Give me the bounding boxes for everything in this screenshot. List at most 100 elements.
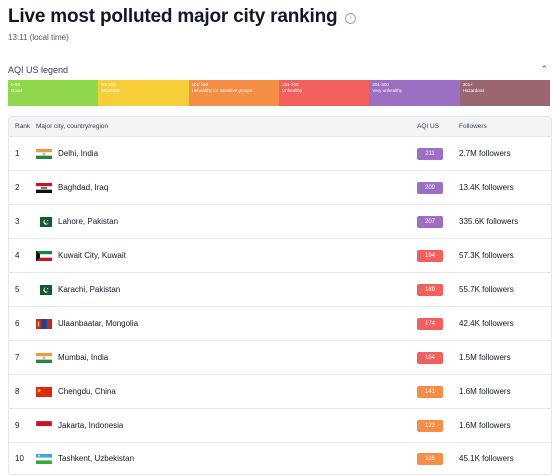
aqi-badge: 122 <box>417 419 443 432</box>
city-cell: Lahore, Pakistan <box>36 216 417 227</box>
title-row: Live most polluted major city ranking i <box>8 6 357 28</box>
city-cell: Jakarta, Indonesia <box>36 420 417 431</box>
local-time: 13:11 (local time) <box>8 33 69 42</box>
india-flag-icon <box>36 148 52 159</box>
indonesia-flag-icon <box>36 420 52 431</box>
rank-cell: 3 <box>15 217 20 226</box>
aqi-badge: 174 <box>417 317 443 330</box>
kuwait-flag-icon <box>36 250 52 261</box>
rank-cell: 6 <box>15 319 20 328</box>
city-cell: Mumbai, India <box>36 352 417 363</box>
rank-cell: 10 <box>15 454 24 463</box>
legend-segment: 101-150 Unhealthy for sensitive groups <box>188 80 279 106</box>
rank-cell: 9 <box>15 421 20 430</box>
aqi-cell: 116 <box>417 452 459 465</box>
header-city: Major city, country/region <box>36 123 109 130</box>
city-name[interactable]: Kuwait City, Kuwait <box>58 251 126 260</box>
rank-cell: 7 <box>15 353 20 362</box>
india-flag-icon <box>36 352 52 363</box>
table-row[interactable]: 2 Baghdad, Iraq 209 13.4K followers <box>9 170 551 204</box>
aqi-badge: 211 <box>417 147 443 160</box>
city-cell: Kuwait City, Kuwait <box>36 250 417 261</box>
table-row[interactable]: 5 Karachi, Pakistan 189 55.7K followers <box>9 272 551 306</box>
aqi-cell: 211 <box>417 147 459 160</box>
followers-cell: 1.6M followers <box>459 421 511 430</box>
mongolia-flag-icon <box>36 318 52 329</box>
aqi-badge: 116 <box>417 452 443 465</box>
uzbekistan-flag-icon <box>36 453 52 464</box>
legend-segment: 201-300 Very unhealthy <box>369 80 460 106</box>
aqi-cell: 209 <box>417 181 459 194</box>
aqi-cell: 194 <box>417 249 459 262</box>
aqi-badge: 209 <box>417 181 443 194</box>
rank-cell: 4 <box>15 251 20 260</box>
followers-cell: 57.3K followers <box>459 251 514 260</box>
city-cell: Karachi, Pakistan <box>36 284 417 295</box>
chevron-up-icon[interactable]: ⌃ <box>540 64 548 75</box>
followers-cell: 45.1K followers <box>459 454 514 463</box>
aqi-legend-bar: 0-50 Good 51-100 Moderate 101-150 Unhealthy f… <box>8 80 550 106</box>
table-row[interactable]: 7 Mumbai, India 164 1.5M followers <box>9 340 551 374</box>
table-row[interactable]: 6 Ulaanbaatar, Mongolia 174 42.4K followers <box>9 306 551 340</box>
city-name[interactable]: Baghdad, Iraq <box>58 183 108 192</box>
table-row[interactable]: 10 Tashkent, Uzbekistan 116 45.1K followers <box>9 442 551 474</box>
city-name[interactable]: Mumbai, India <box>58 353 108 362</box>
table-row[interactable]: 3 Lahore, Pakistan 207 335.6K followers <box>9 204 551 238</box>
pakistan-flag-icon <box>36 284 52 295</box>
followers-cell: 55.7K followers <box>459 285 514 294</box>
city-name[interactable]: Jakarta, Indonesia <box>58 421 123 430</box>
aqi-cell: 189 <box>417 283 459 296</box>
followers-cell: 1.5M followers <box>459 353 511 362</box>
aqi-badge: 164 <box>417 351 443 364</box>
rank-cell: 8 <box>15 387 20 396</box>
aqi-badge: 207 <box>417 215 443 228</box>
ranking-page: Live most polluted major city ranking i … <box>0 0 560 476</box>
ranking-table: Rank Major city, country/region AQI US F… <box>8 116 552 475</box>
legend-label: Good <box>11 88 23 93</box>
table-row[interactable]: 9 Jakarta, Indonesia 122 1.6M followers <box>9 408 551 442</box>
followers-cell: 42.4K followers <box>459 319 514 328</box>
info-icon[interactable]: i <box>345 13 357 24</box>
iraq-flag-icon <box>36 182 52 193</box>
legend-segment: 301+ Hazardous <box>459 80 550 106</box>
city-name[interactable]: Tashkent, Uzbekistan <box>58 454 134 463</box>
legend-header[interactable]: AQI US legend ⌃ <box>8 64 548 75</box>
rank-cell: 2 <box>15 183 20 192</box>
table-row[interactable]: 1 Delhi, India 211 2.7M followers <box>9 136 551 170</box>
aqi-cell: 141 <box>417 385 459 398</box>
table-row[interactable]: 4 Kuwait City, Kuwait 194 57.3K followers <box>9 238 551 272</box>
table-row[interactable]: 8 Chengdu, China 141 1.6M followers <box>9 374 551 408</box>
header-aqi: AQI US <box>417 123 440 130</box>
city-name[interactable]: Chengdu, China <box>58 387 116 396</box>
header-followers: Followers <box>459 123 487 130</box>
aqi-badge: 141 <box>417 385 443 398</box>
aqi-cell: 164 <box>417 351 459 364</box>
table-header: Rank Major city, country/region AQI US F… <box>9 117 551 136</box>
city-name[interactable]: Ulaanbaatar, Mongolia <box>58 319 138 328</box>
followers-cell: 13.4K followers <box>459 183 514 192</box>
aqi-cell: 174 <box>417 317 459 330</box>
city-cell: Ulaanbaatar, Mongolia <box>36 318 417 329</box>
city-cell: Baghdad, Iraq <box>36 182 417 193</box>
aqi-badge: 194 <box>417 249 443 262</box>
aqi-badge: 189 <box>417 283 443 296</box>
pakistan-flag-icon <box>36 216 52 227</box>
rank-cell: 5 <box>15 285 20 294</box>
city-name[interactable]: Karachi, Pakistan <box>58 285 120 294</box>
legend-label: Very unhealthy <box>372 88 403 93</box>
city-name[interactable]: Delhi, India <box>58 149 98 158</box>
city-name[interactable]: Lahore, Pakistan <box>58 217 118 226</box>
city-cell: Chengdu, China <box>36 386 417 397</box>
legend-segment: 0-50 Good <box>8 80 99 106</box>
followers-cell: 2.7M followers <box>459 149 511 158</box>
china-flag-icon <box>36 386 52 397</box>
legend-label: Unhealthy for sensitive groups <box>191 88 253 93</box>
page-title: Live most polluted major city ranking <box>8 6 338 27</box>
legend-segment: 151-200 Unhealthy <box>278 80 370 106</box>
rank-cell: 1 <box>15 149 20 158</box>
header-rank: Rank <box>15 123 31 130</box>
followers-cell: 335.6K followers <box>459 217 519 226</box>
legend-label: Hazardous <box>462 88 485 93</box>
city-cell: Tashkent, Uzbekistan <box>36 453 417 464</box>
table-body: 1 Delhi, India 211 2.7M followers 2 Baghdad, … <box>9 136 551 474</box>
